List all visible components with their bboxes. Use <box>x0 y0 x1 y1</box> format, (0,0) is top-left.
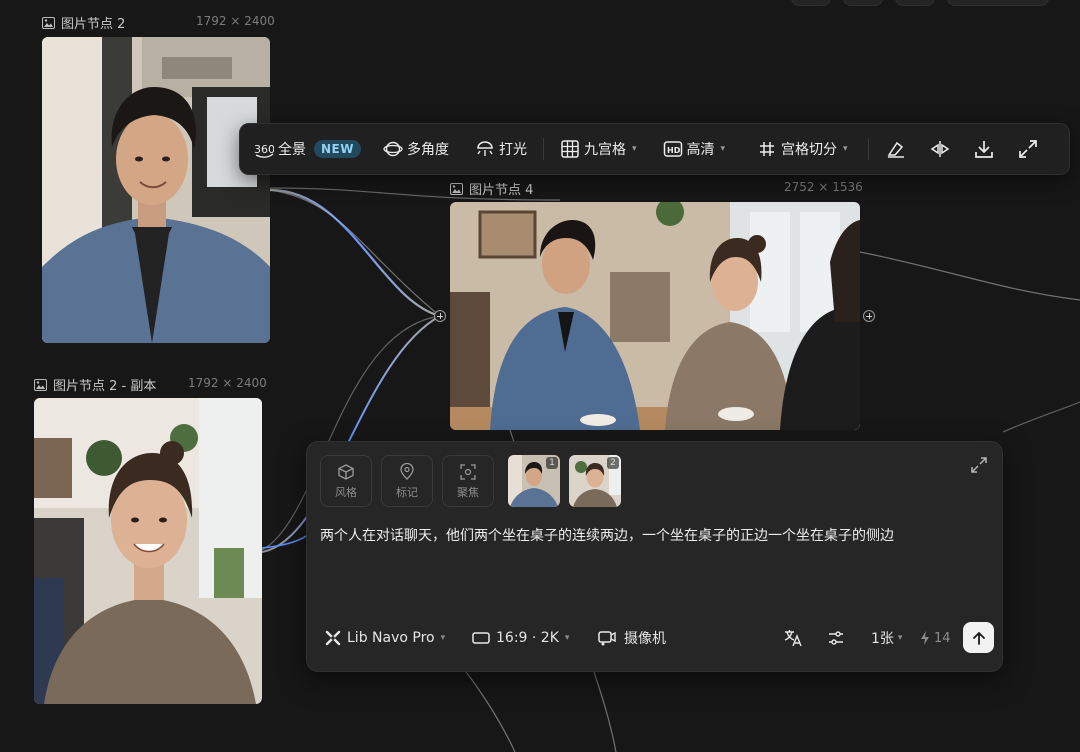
portrait-woman-photo <box>34 398 262 704</box>
light-icon <box>477 141 493 156</box>
grid9-label: 九宫格 <box>583 142 626 158</box>
multi-angle-label: 多角度 <box>406 142 449 158</box>
grid-split-dropdown[interactable]: 宫格切分 ▾ <box>757 139 848 159</box>
node-c-image[interactable] <box>450 202 860 430</box>
wire-c-out-1 <box>859 251 1080 301</box>
svg-text:360: 360 <box>254 143 274 156</box>
image-icon <box>450 182 463 195</box>
camera-label: 摄像机 <box>624 631 666 647</box>
eraser-icon[interactable] <box>885 138 907 160</box>
count-label: 1张 <box>871 631 894 647</box>
credits-indicator: 14 <box>920 622 951 654</box>
image-icon <box>34 378 47 391</box>
aspect-ratio-selector[interactable]: 16:9 · 2K ▾ <box>472 622 569 654</box>
chevron-down-icon: ▾ <box>843 144 848 154</box>
chevron-down-icon: ▾ <box>720 144 726 154</box>
toolbar-divider <box>867 138 869 160</box>
node-c-dims: 2752 × 1536 <box>784 180 863 194</box>
node-c-output-port[interactable] <box>863 310 875 322</box>
toolbar-divider <box>542 138 544 160</box>
aspect-ratio-icon <box>472 632 490 644</box>
node-a-header: 图片节点 2 <box>42 13 125 32</box>
node-c-header: 图片节点 4 <box>450 179 533 198</box>
chevron-down-icon: ▾ <box>897 633 903 643</box>
grid9-dropdown[interactable]: 九宫格 ▾ <box>560 139 637 159</box>
panorama-button[interactable]: 360 全景 NEW <box>254 139 361 159</box>
node-a-dims: 1792 × 2400 <box>196 14 275 28</box>
image-toolbar: 360 全景 NEW 多角度 打光 九宫格 ▾ HD 高清 ▾ 宫格切分 ▾ <box>239 123 1070 175</box>
wire-bottom-1 <box>465 671 516 752</box>
chevron-down-icon: ▾ <box>440 633 446 643</box>
hd-dropdown[interactable]: HD 高清 ▾ <box>663 139 726 159</box>
panorama-icon: 360 <box>254 143 274 158</box>
arrow-up-icon <box>972 631 985 645</box>
lightning-icon <box>921 631 929 645</box>
pin-icon <box>400 462 414 480</box>
node-canvas[interactable]: 图片节点 2 1792 × 2400 图片节点 2 - 副本 1792 × 24… <box>0 0 1080 752</box>
new-badge: NEW <box>314 140 361 158</box>
grid-split-label: 宫格切分 <box>781 142 838 158</box>
wire-c-out-2 <box>1002 401 1080 433</box>
mark-tool-button[interactable]: 标记 <box>381 455 433 507</box>
wire-a-to-c-2 <box>269 189 441 317</box>
translate-icon[interactable] <box>783 628 803 648</box>
camera-icon <box>598 631 616 646</box>
chevron-down-icon: ▾ <box>564 633 570 643</box>
panorama-label: 全景 <box>278 142 306 158</box>
model-logo-icon <box>325 630 341 646</box>
svg-text:HD: HD <box>667 146 681 155</box>
node-c-input-port[interactable] <box>434 310 446 322</box>
mark-tool-label: 标记 <box>396 485 418 499</box>
expand-icon[interactable] <box>1017 138 1039 160</box>
node-b-title: 图片节点 2 - 副本 <box>53 379 157 394</box>
camera-button[interactable]: 摄像机 <box>598 622 666 654</box>
send-button[interactable] <box>963 622 994 653</box>
node-b-dims: 1792 × 2400 <box>188 376 267 390</box>
wire-bottom-2 <box>593 671 617 752</box>
model-label: Lib Navo Pro <box>347 630 435 646</box>
chevron-down-icon: ▾ <box>631 144 637 154</box>
expand-panel-icon[interactable] <box>970 456 988 474</box>
cafe-conversation-photo <box>450 202 860 430</box>
style-tool-label: 风格 <box>335 485 357 499</box>
node-b-header: 图片节点 2 - 副本 <box>34 375 156 394</box>
settings-sliders-icon[interactable] <box>827 629 845 647</box>
grid-icon <box>561 140 579 158</box>
prompt-input[interactable]: 两个人在对话聊天，他们两个坐在桌子的连续两边，一个坐在桌子的正边一个坐在桌子的侧… <box>320 526 980 546</box>
focus-tool-button[interactable]: 聚焦 <box>442 455 494 507</box>
prompt-panel: 风格 标记 聚焦 1 2 两个人在对话聊天，他们两个坐在桌子的连续两边，一个坐在… <box>306 441 1003 672</box>
download-icon[interactable] <box>973 138 995 160</box>
portrait-man-photo <box>42 37 270 343</box>
flip-icon[interactable] <box>929 138 951 160</box>
lighting-label: 打光 <box>498 142 527 158</box>
focus-tool-label: 聚焦 <box>457 485 479 499</box>
node-c-title: 图片节点 4 <box>469 183 534 198</box>
model-selector[interactable]: Lib Navo Pro ▾ <box>325 622 445 654</box>
node-a-image[interactable] <box>42 37 270 343</box>
ratio-label: 16:9 · 2K <box>496 630 559 646</box>
hash-icon <box>760 142 775 156</box>
credits-value: 14 <box>934 630 951 646</box>
lighting-button[interactable]: 打光 <box>475 139 527 159</box>
cube-icon <box>338 463 354 480</box>
rotate-3d-icon <box>383 141 403 157</box>
hd-icon: HD <box>663 141 682 157</box>
focus-icon <box>460 463 476 480</box>
hd-label: 高清 <box>686 142 715 158</box>
node-a-title: 图片节点 2 <box>61 17 126 32</box>
reference-number-2: 2 <box>607 457 619 469</box>
style-tool-button[interactable]: 风格 <box>320 455 372 507</box>
reference-image-1[interactable]: 1 <box>508 455 560 507</box>
wire-a-to-c-main <box>269 188 441 318</box>
reference-image-2[interactable]: 2 <box>569 455 621 507</box>
node-b-image[interactable] <box>34 398 262 704</box>
reference-number-1: 1 <box>546 457 558 469</box>
image-icon <box>42 16 55 29</box>
prompt-options-row: Lib Navo Pro ▾ 16:9 · 2K ▾ 摄像机 1张 ▾ 14 <box>307 622 1002 654</box>
count-selector[interactable]: 1张 ▾ <box>871 622 902 654</box>
multi-angle-button[interactable]: 多角度 <box>383 139 449 159</box>
